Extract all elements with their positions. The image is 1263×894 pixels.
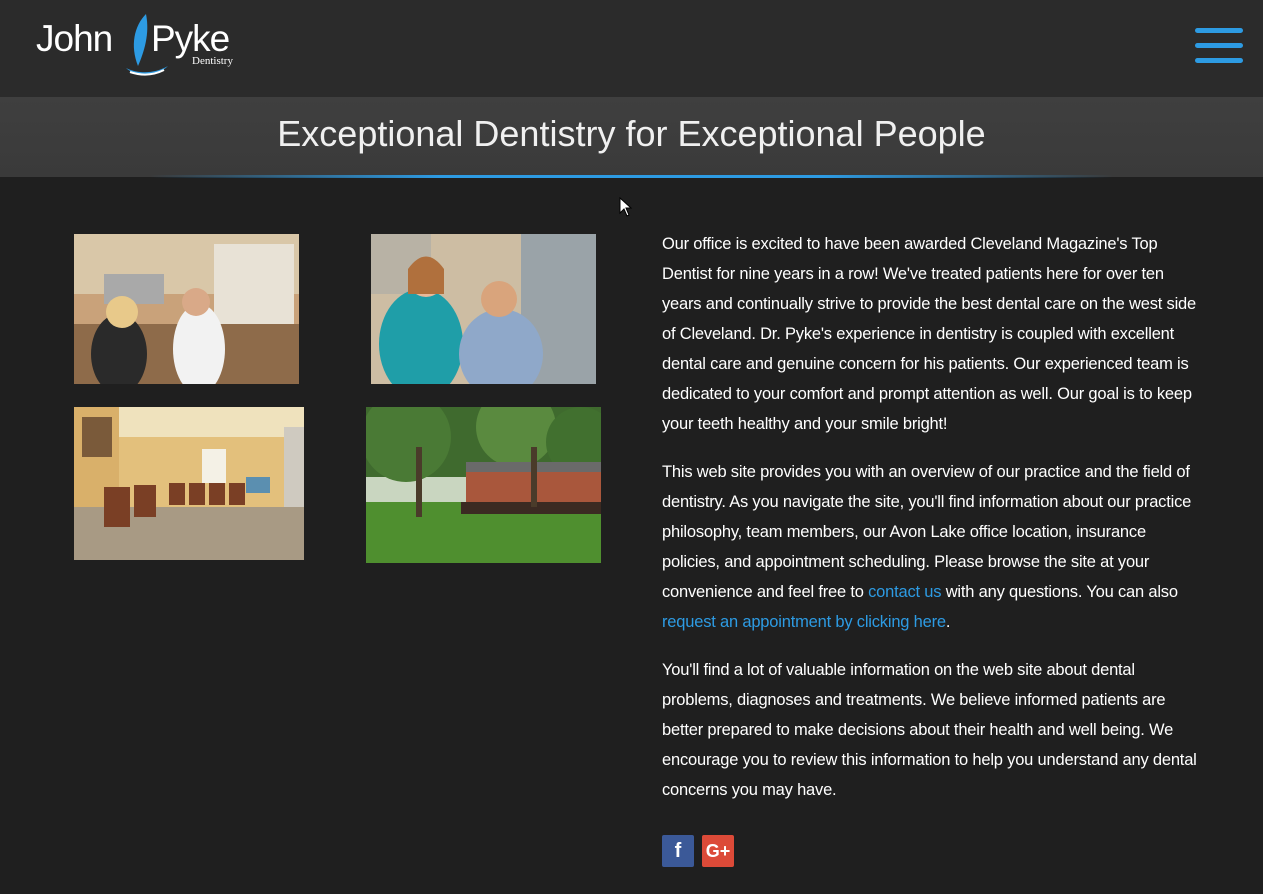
mouse-cursor-icon <box>619 197 633 217</box>
logo-last-name: Pyke <box>151 18 230 59</box>
page-title: Exceptional Dentistry for Exceptional Pe… <box>277 113 986 154</box>
google-plus-icon[interactable]: G+ <box>702 835 734 867</box>
intro-paragraph-2: This web site provides you with an overv… <box>662 457 1202 637</box>
intro-paragraph-3: You'll find a lot of valuable informatio… <box>662 661 1197 799</box>
paragraph-2-text-b: with any questions. You can also <box>941 583 1178 601</box>
logo-subtitle: Dentistry <box>192 55 233 67</box>
office-consultation-photo <box>74 234 299 384</box>
intro-paragraph-1: Our office is excited to have been award… <box>662 235 1196 433</box>
intro-content: Our office is excited to have been award… <box>662 229 1202 823</box>
page-title-band: Exceptional Dentistry for Exceptional Pe… <box>0 97 1263 177</box>
request-appointment-link[interactable]: request an appointment by clicking here <box>662 613 946 631</box>
paragraph-2-text-a: This web site provides you with an overv… <box>662 463 1192 601</box>
facebook-icon[interactable]: f <box>662 835 694 867</box>
paragraph-2-text-c: . <box>945 613 951 631</box>
office-exterior-photo <box>366 407 601 563</box>
logo-first-name: John <box>36 18 113 59</box>
patient-smiling-photo <box>371 234 596 384</box>
title-divider <box>150 175 1113 178</box>
site-header: John Pyke Dentistry <box>0 0 1263 97</box>
john-pyke-dentistry-logo[interactable]: John Pyke Dentistry <box>34 12 240 78</box>
hamburger-menu-icon[interactable] <box>1195 28 1243 64</box>
contact-us-link[interactable]: contact us <box>868 583 941 601</box>
waiting-room-photo <box>74 407 304 560</box>
